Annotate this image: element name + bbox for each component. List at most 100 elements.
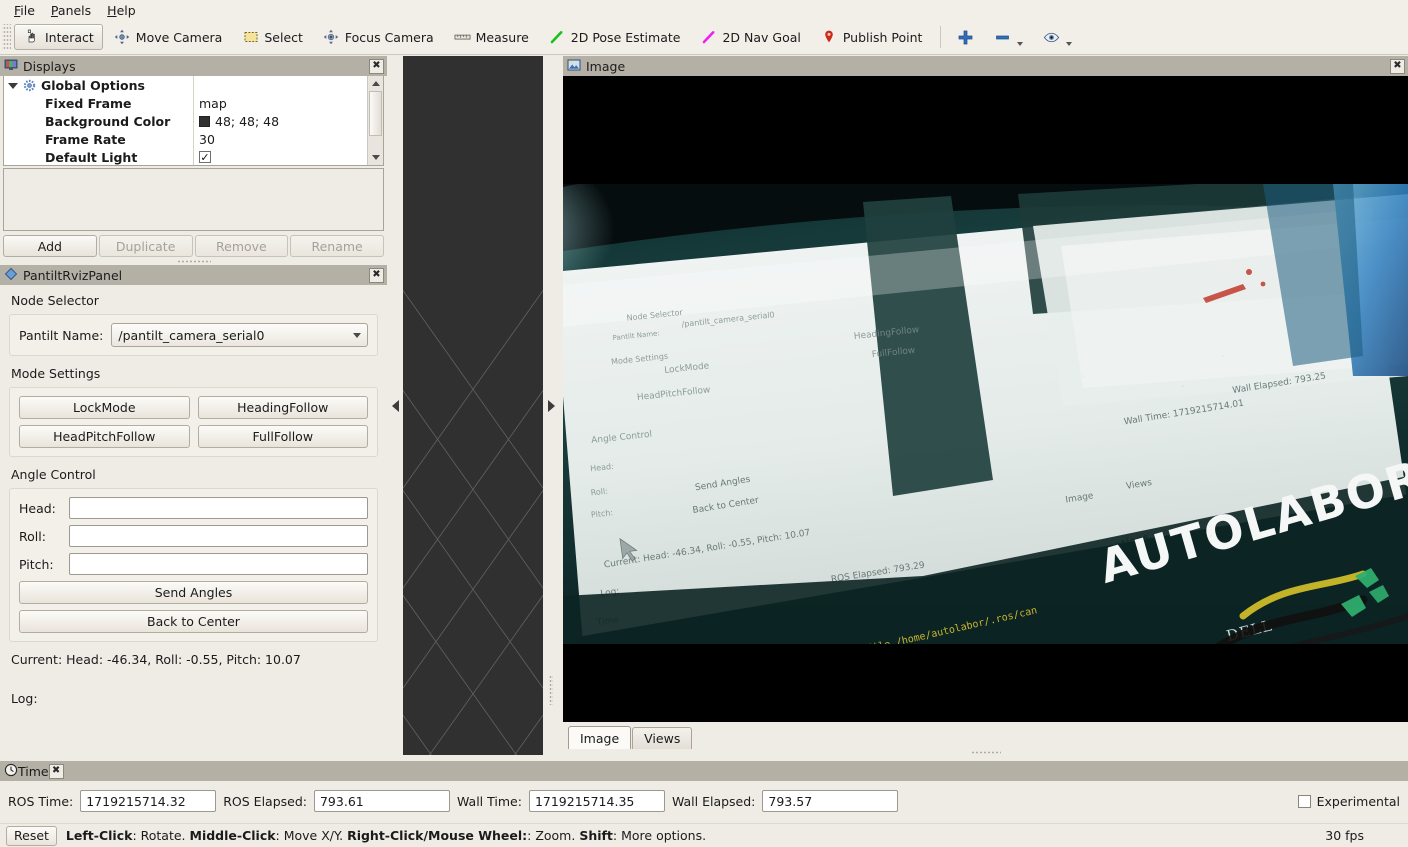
pantilt-close-button[interactable]: ✖ — [369, 268, 384, 283]
tree-row-global-options[interactable]: Global Options — [4, 76, 193, 94]
pantilt-panel-title: PantiltRvizPanel — [23, 268, 369, 283]
tool-select[interactable]: Select — [233, 24, 312, 50]
value-background-color-text: 48; 48; 48 — [215, 114, 279, 129]
value-fixed-frame[interactable]: map — [194, 94, 367, 112]
displays-property-tree[interactable]: Global Options Fixed Frame Background Co… — [3, 76, 384, 166]
chevron-down-icon[interactable] — [1066, 42, 1072, 46]
gear-icon — [23, 79, 36, 92]
scrollbar-track[interactable] — [368, 136, 383, 150]
chevron-down-icon[interactable] — [1017, 42, 1023, 46]
mode-settings-label: Mode Settings — [11, 366, 378, 381]
property-values-column: map 48; 48; 48 30 ✓ — [194, 76, 367, 165]
scrollbar-thumb[interactable] — [369, 91, 382, 136]
tool-measure-label: Measure — [476, 30, 529, 45]
clock-icon — [4, 763, 18, 780]
dock-splitter-handle[interactable] — [0, 257, 387, 265]
hint-left-click: Left-Click — [66, 828, 133, 843]
image-close-button[interactable]: ✖ — [1390, 59, 1405, 74]
tool-2d-nav-goal-label: 2D Nav Goal — [722, 30, 800, 45]
add-display-button[interactable]: Add — [3, 235, 97, 257]
send-angles-button[interactable]: Send Angles — [19, 581, 368, 604]
pantilt-name-label: Pantilt Name: — [19, 328, 103, 343]
green-arrow-icon — [549, 29, 566, 46]
hint-middle-click-desc: : Move X/Y. — [276, 828, 348, 843]
hint-right-click: Right-Click/Mouse Wheel: — [347, 828, 527, 843]
toolbar-grip[interactable] — [2, 24, 11, 50]
collapse-right-arrow-icon[interactable] — [548, 400, 555, 412]
tab-views[interactable]: Views — [632, 727, 692, 749]
tool-interact[interactable]: Interact — [14, 24, 103, 50]
displays-detail-area — [3, 168, 384, 231]
value-default-light[interactable]: ✓ — [194, 148, 367, 166]
wall-elapsed-input[interactable]: 793.57 — [762, 790, 898, 812]
tool-focus-camera-label: Focus Camera — [345, 30, 434, 45]
property-names-column: Global Options Fixed Frame Background Co… — [4, 76, 194, 165]
image-dock-splitter-grip[interactable] — [563, 749, 1408, 755]
status-bar: Reset Left-Click: Rotate. Middle-Click: … — [0, 823, 1408, 847]
chevron-down-icon[interactable] — [8, 83, 18, 89]
tool-2d-nav-goal[interactable]: 2D Nav Goal — [691, 24, 809, 50]
menu-panels[interactable]: Panels — [43, 2, 99, 19]
roll-input[interactable] — [69, 525, 368, 547]
rename-display-button[interactable]: Rename — [290, 235, 384, 257]
right-splitter[interactable] — [543, 56, 559, 755]
displays-close-button[interactable]: ✖ — [369, 59, 384, 74]
angle-control-label: Angle Control — [11, 467, 378, 482]
tool-measure[interactable]: Measure — [445, 24, 538, 50]
headingfollow-button[interactable]: HeadingFollow — [198, 396, 369, 419]
tool-2d-pose-estimate[interactable]: 2D Pose Estimate — [540, 24, 690, 50]
ros-elapsed-input[interactable]: 793.61 — [314, 790, 450, 812]
collapse-left-arrow-icon[interactable] — [392, 400, 399, 412]
tree-row-fixed-frame[interactable]: Fixed Frame — [4, 94, 193, 112]
color-swatch-icon — [199, 116, 210, 127]
tree-row-background-color[interactable]: Background Color — [4, 112, 193, 130]
menu-accelerator: H — [107, 3, 116, 18]
tool-plus[interactable] — [948, 24, 983, 50]
menu-accelerator: P — [51, 3, 58, 18]
time-close-button[interactable]: ✖ — [49, 764, 64, 779]
pantilt-name-select[interactable]: /pantilt_camera_serial0 — [111, 323, 368, 347]
menu-help[interactable]: Help — [99, 2, 144, 19]
checkbox-unchecked-icon[interactable] — [1298, 795, 1311, 808]
wall-time-input[interactable]: 1719215714.35 — [529, 790, 665, 812]
tool-minus[interactable] — [985, 24, 1032, 50]
tool-interact-label: Interact — [45, 30, 94, 45]
move-camera-icon — [114, 29, 131, 46]
fullfollow-button[interactable]: FullFollow — [198, 425, 369, 448]
left-splitter[interactable] — [387, 56, 403, 755]
tree-label: Global Options — [41, 78, 145, 93]
camera-image-view[interactable]: Node Selector Pantilt Name: /pantilt_cam… — [563, 76, 1408, 722]
tool-2d-pose-estimate-label: 2D Pose Estimate — [571, 30, 681, 45]
value-frame-rate[interactable]: 30 — [194, 130, 367, 148]
diamond-icon — [4, 267, 18, 284]
ros-time-input[interactable]: 1719215714.32 — [80, 790, 216, 812]
tool-publish-point[interactable]: Publish Point — [812, 24, 932, 50]
tool-focus-camera[interactable]: Focus Camera — [314, 24, 443, 50]
tool-move-camera[interactable]: Move Camera — [105, 24, 232, 50]
pitch-input[interactable] — [69, 553, 368, 575]
minus-icon — [994, 29, 1011, 46]
remove-display-button[interactable]: Remove — [195, 235, 289, 257]
duplicate-display-button[interactable]: Duplicate — [99, 235, 193, 257]
checkbox-checked-icon[interactable]: ✓ — [199, 151, 211, 163]
scroll-down-arrow-icon[interactable] — [368, 150, 383, 165]
tool-visibility[interactable] — [1034, 24, 1081, 50]
displays-vertical-scrollbar[interactable] — [367, 76, 383, 165]
splitter-grip-dots[interactable] — [549, 675, 553, 705]
reset-button[interactable]: Reset — [6, 826, 57, 846]
menu-file[interactable]: File — [6, 2, 43, 19]
tree-row-default-light[interactable]: Default Light — [4, 148, 193, 166]
headpitchfollow-button[interactable]: HeadPitchFollow — [19, 425, 190, 448]
head-input[interactable] — [69, 497, 368, 519]
hand-icon — [23, 29, 40, 46]
time-panel-header: Time ✖ — [0, 761, 1408, 781]
scroll-up-arrow-icon[interactable] — [368, 76, 383, 91]
tree-row-frame-rate[interactable]: Frame Rate — [4, 130, 193, 148]
lockmode-button[interactable]: LockMode — [19, 396, 190, 419]
render-viewport-3d[interactable] — [403, 56, 543, 755]
tab-image[interactable]: Image — [568, 726, 631, 749]
value-background-color[interactable]: 48; 48; 48 — [194, 112, 367, 130]
back-to-center-button[interactable]: Back to Center — [19, 610, 368, 633]
focus-camera-icon — [323, 29, 340, 46]
experimental-toggle[interactable]: Experimental — [1298, 794, 1400, 809]
